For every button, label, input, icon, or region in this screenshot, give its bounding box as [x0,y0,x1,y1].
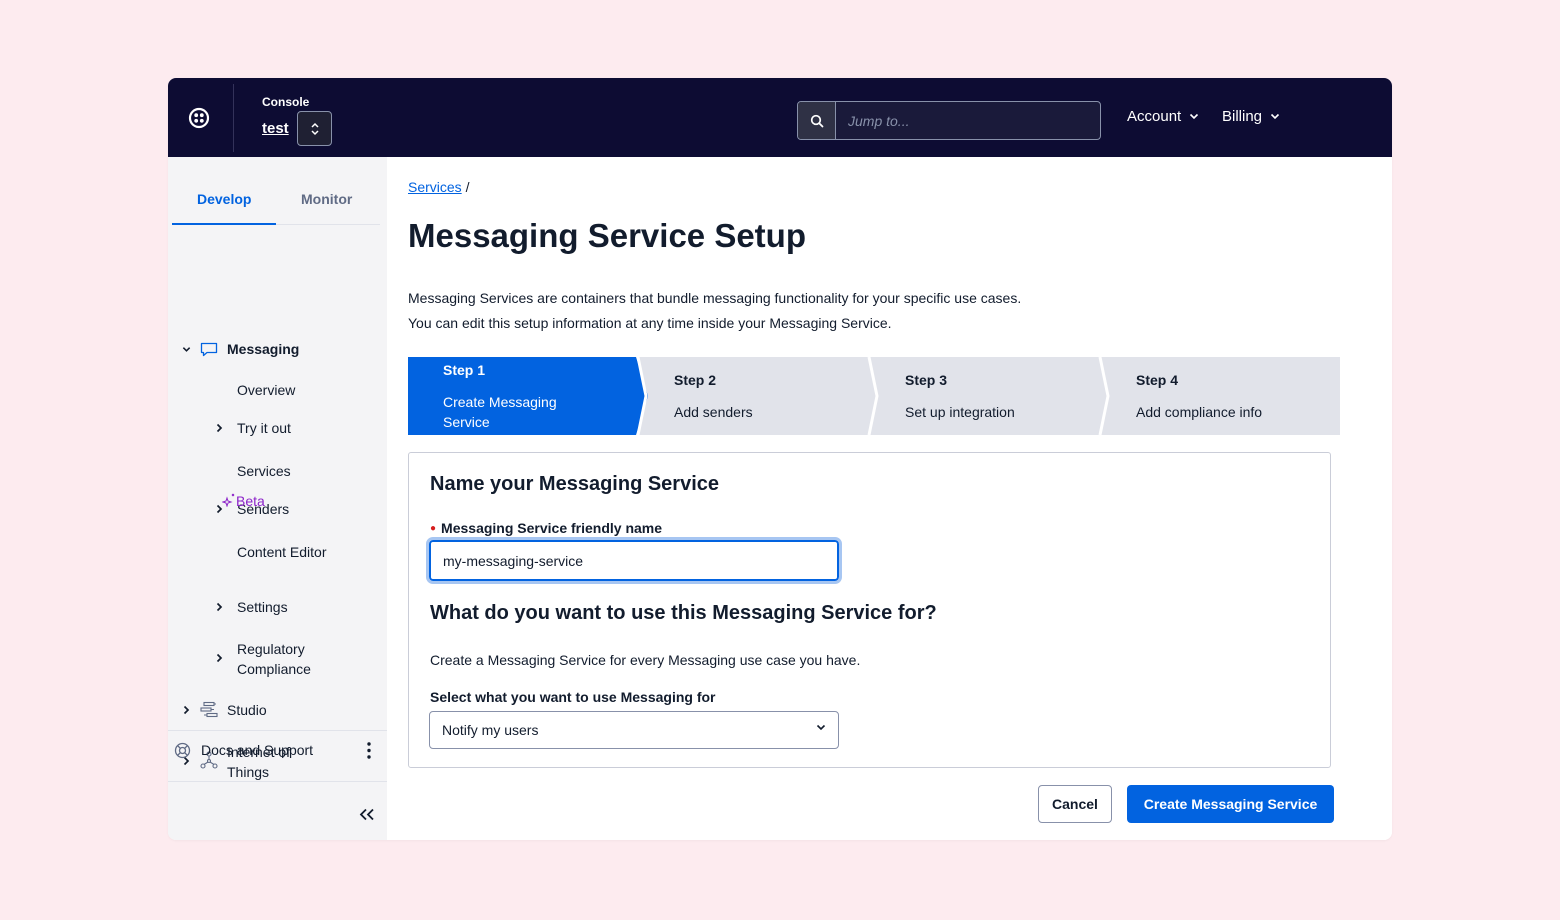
step-3-description: Set up integration [905,404,1015,420]
step-2-label: Step 2 [674,372,717,388]
sidebar-item-regulatory-compliance[interactable]: Regulatory Compliance [237,639,311,679]
use-case-select-label: Select what you want to use Messaging fo… [430,689,716,705]
more-vertical-icon[interactable] [367,742,371,759]
step-4-label: Step 4 [1136,372,1179,388]
setup-stepper: Step 1 Create Messaging Service Step 2 A… [408,357,1340,435]
sidebar-item-try-it-out[interactable]: Try it out [237,420,291,436]
chevron-down-icon [1190,113,1199,120]
console-window: Console test Account Billing [168,78,1392,840]
chat-bubble-icon [200,342,218,357]
step-4: Step 4 Add compliance info [1105,357,1340,435]
docs-and-support-link[interactable]: Docs and Support [201,742,313,758]
breadcrumb-separator: / [465,179,470,195]
step-1-desc-line-1: Create Messaging [443,394,557,410]
regulatory-label-line-2: Compliance [237,661,311,677]
sidebar-item-overview[interactable]: Overview [237,382,295,398]
use-case-selected-value: Notify my users [442,722,539,738]
step-1-desc-line-2: Service [443,414,490,430]
sidebar: Develop Monitor Messaging Overview Try i… [168,157,387,840]
chevron-right-icon[interactable] [216,602,223,612]
form-heading: Name your Messaging Service [430,473,720,495]
regulatory-label-line-1: Regulatory [237,641,305,657]
intro-text: Messaging Services are containers that b… [408,286,1021,336]
sidebar-item-messaging[interactable]: Messaging [227,341,299,357]
use-case-heading: What do you want to use this Messaging S… [430,602,937,624]
chevron-right-icon[interactable] [216,423,223,433]
sidebar-item-settings[interactable]: Settings [237,599,288,615]
search-button[interactable] [798,102,836,139]
friendly-name-input[interactable] [426,537,842,584]
page-title: Messaging Service Setup [408,217,806,254]
use-case-help-text: Create a Messaging Service for every Mes… [430,652,861,668]
main-content: Services / Messaging Service Setup Messa… [387,157,1392,840]
step-4-description: Add compliance info [1136,404,1263,420]
breadcrumb: Services / [408,179,469,195]
account-menu-label: Account [1127,108,1182,125]
billing-menu-label: Billing [1222,108,1263,125]
sidebar-item-content-editor[interactable]: Content Editor [237,544,327,560]
account-name-link[interactable]: test [262,120,289,137]
chevron-right-icon[interactable] [216,653,223,663]
studio-flow-icon [200,701,218,718]
topbar-divider [233,84,234,152]
beta-badge: Beta [221,493,265,509]
console-label: Console [262,95,310,109]
billing-menu[interactable]: Billing [1222,108,1280,125]
sidebar-item-studio[interactable]: Studio [227,702,267,718]
top-bar: Console test Account Billing [168,78,1392,157]
breadcrumb-services-link[interactable]: Services [408,179,462,195]
friendly-name-label-text: Messaging Service friendly name [441,520,663,536]
double-chevron-left-icon[interactable] [359,808,375,821]
lifebuoy-icon [174,742,191,759]
setup-form-card: Name your Messaging Service ● Messaging S… [408,452,1331,768]
cancel-button[interactable]: Cancel [1038,785,1112,823]
chevron-down-icon [816,724,826,731]
sparkle-icon [221,493,235,508]
friendly-name-label: ● Messaging Service friendly name [430,520,662,536]
account-switcher-button[interactable] [297,111,332,146]
twilio-logo-icon[interactable] [188,107,210,129]
chevron-up-down-icon [310,122,319,135]
docs-and-support-row: Docs and Support [168,730,387,771]
step-3-label: Step 3 [905,372,948,388]
tab-monitor[interactable]: Monitor [301,191,352,207]
required-indicator: ● [430,523,437,534]
step-2: Step 2 Add senders [643,357,873,435]
step-3: Step 3 Set up integration [874,357,1104,435]
active-tab-indicator [172,223,276,225]
account-menu[interactable]: Account [1127,108,1199,125]
tab-develop[interactable]: Develop [197,191,251,207]
intro-line-1: Messaging Services are containers that b… [408,290,1022,306]
chevron-down-icon [1270,113,1280,120]
chevron-down-icon[interactable] [182,346,191,353]
step-1-label: Step 1 [443,362,486,378]
search-input[interactable] [838,102,1093,139]
step-1-description: Create Messaging Service [443,392,557,432]
step-2-description: Add senders [674,404,753,420]
use-case-select[interactable]: Notify my users [429,711,839,749]
intro-line-2: You can edit this setup information at a… [408,315,892,331]
sidebar-collapse-row [168,781,387,840]
step-1: Step 1 Create Messaging Service [408,357,643,435]
jump-to-search [797,101,1101,140]
beta-label: Beta [236,493,265,509]
sidebar-tabs: Develop Monitor [172,179,380,225]
create-messaging-service-button[interactable]: Create Messaging Service [1127,785,1334,823]
sidebar-item-services[interactable]: Services [237,463,291,479]
chevron-right-icon[interactable] [183,705,190,715]
search-icon [810,114,823,127]
